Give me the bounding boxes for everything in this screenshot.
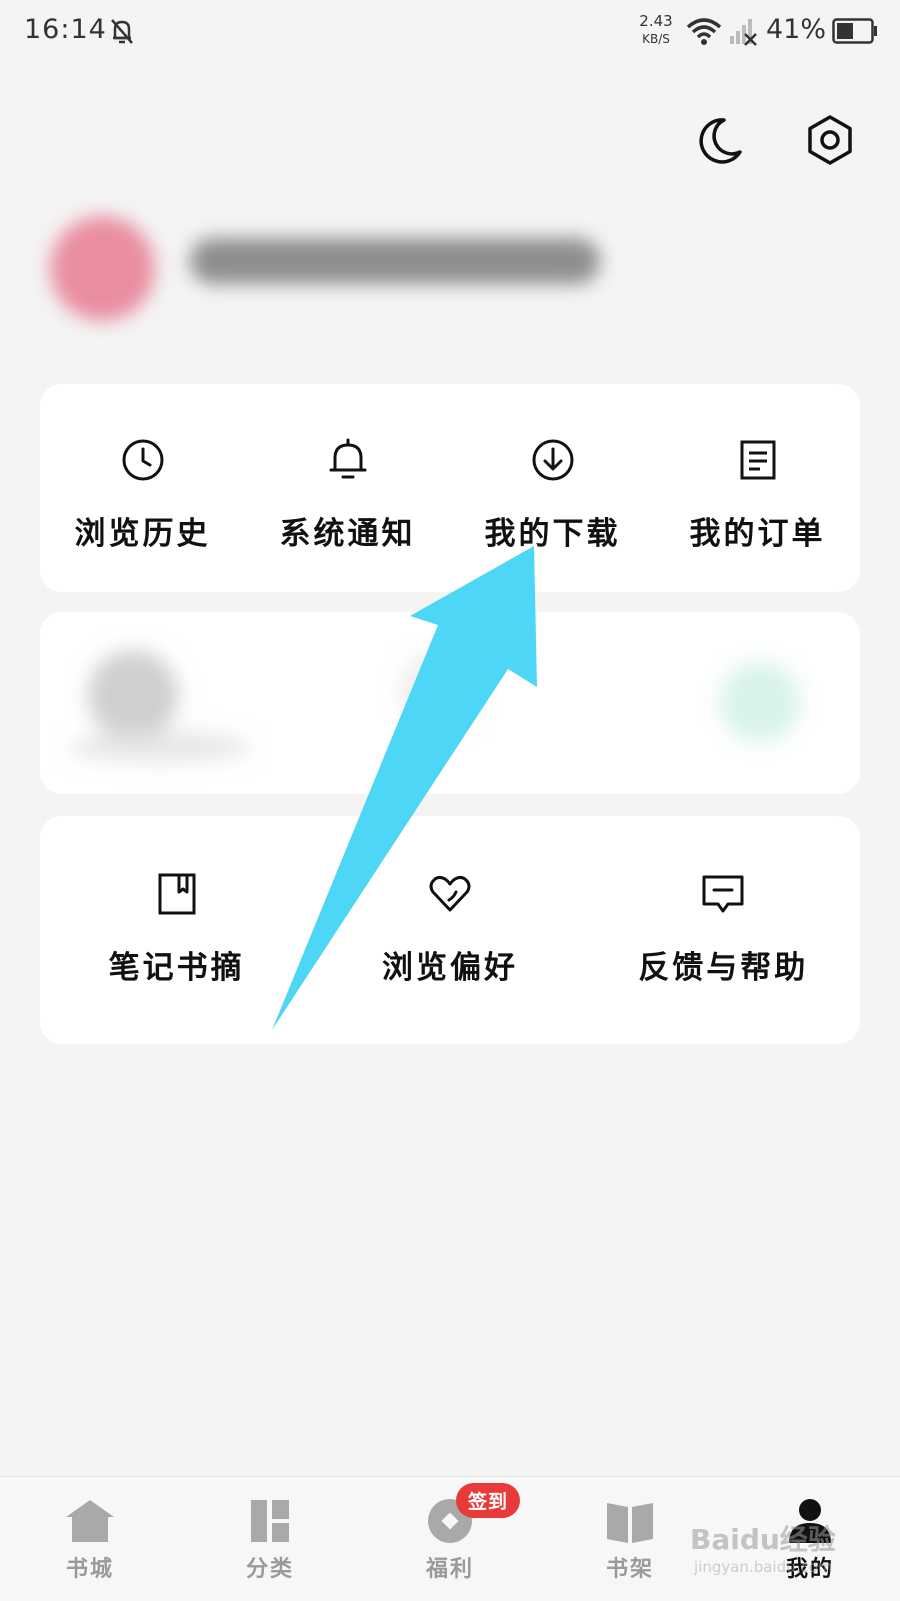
menu-my-downloads[interactable]: 我的下载: [450, 384, 655, 592]
clock-icon: [122, 439, 163, 481]
avatar[interactable]: [50, 216, 155, 321]
menu-label: 浏览历史: [74, 516, 211, 552]
menu-system-notice[interactable]: 系统通知: [245, 384, 450, 592]
blurred-info-card: [40, 612, 860, 794]
battery-icon: [832, 18, 877, 44]
menu-notes-excerpts[interactable]: 笔记书摘: [40, 816, 313, 1044]
menu-feedback-help[interactable]: 反馈与帮助: [587, 816, 860, 1044]
moon-icon[interactable]: [692, 112, 748, 168]
order-icon: [740, 440, 775, 480]
menu-label: 反馈与帮助: [638, 950, 809, 986]
secondary-menu-card: 笔记书摘 浏览偏好 反馈与帮助: [40, 816, 860, 1044]
net-speed-unit: KB/S: [642, 32, 670, 46]
checkin-badge[interactable]: 签到: [456, 1483, 521, 1518]
watermark-main: Baidu经验: [690, 1523, 836, 1556]
blurred-element: [400, 652, 480, 732]
menu-label: 我的订单: [689, 516, 826, 552]
baidu-watermark: Baidu经验 jingyan.baidu.com: [690, 1518, 880, 1580]
home-icon: [66, 1500, 114, 1542]
signal-icon: [730, 19, 757, 46]
nav-label: 书架: [605, 1557, 654, 1582]
settings-icon[interactable]: [802, 112, 858, 168]
net-speed-value: 2.43: [639, 12, 673, 30]
menu-label: 笔记书摘: [108, 950, 245, 986]
book-icon: [607, 1503, 653, 1543]
nav-bookstore[interactable]: 书城: [0, 1477, 180, 1601]
menu-browse-preferences[interactable]: 浏览偏好: [313, 816, 586, 1044]
nav-label: 书城: [65, 1557, 114, 1582]
heart-icon: [429, 875, 471, 912]
menu-browse-history[interactable]: 浏览历史: [40, 384, 245, 592]
nav-welfare[interactable]: 福利 签到: [360, 1477, 540, 1601]
nav-label: 分类: [245, 1557, 294, 1582]
download-icon: [532, 439, 573, 481]
bookmark-icon: [158, 873, 196, 915]
menu-label: 浏览偏好: [381, 950, 518, 986]
status-time: 16:14: [24, 14, 107, 45]
blurred-element: [88, 650, 178, 740]
watermark-sub: jingyan.baidu.com: [694, 1558, 833, 1576]
wifi-icon: [686, 18, 722, 45]
menu-label: 我的下载: [484, 516, 621, 552]
nav-label: 福利: [425, 1557, 474, 1582]
nav-category[interactable]: 分类: [180, 1477, 360, 1601]
blurred-element: [720, 662, 800, 742]
category-icon: [251, 1500, 289, 1542]
user-name-blurred: [190, 238, 600, 284]
status-bar: 16:14 2.43 KB/S 41%: [0, 0, 900, 64]
profile-header[interactable]: [10, 176, 700, 364]
notification-muted-icon: [111, 19, 133, 44]
blurred-element: [70, 732, 250, 762]
bell-icon: [329, 438, 366, 479]
menu-label: 系统通知: [279, 516, 416, 552]
primary-menu-card: 浏览历史 系统通知 我的下载 我的订单: [40, 384, 860, 592]
feedback-icon: [702, 875, 744, 913]
net-speed: 2.43 KB/S: [636, 12, 676, 48]
battery-level: 41%: [766, 14, 827, 45]
menu-my-orders[interactable]: 我的订单: [655, 384, 860, 592]
